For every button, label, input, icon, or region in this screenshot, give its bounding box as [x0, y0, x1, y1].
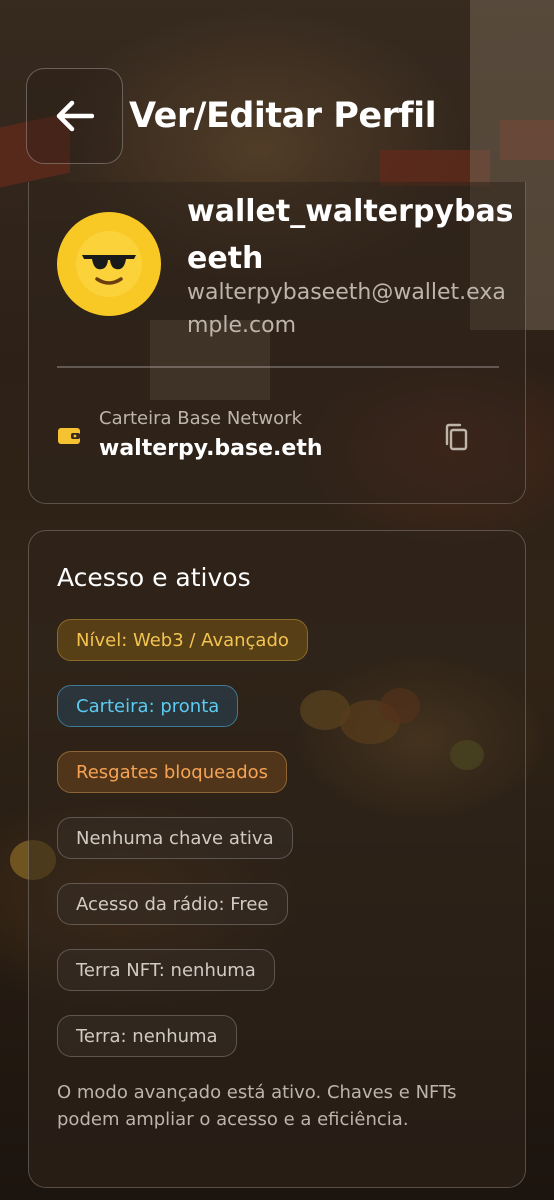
level-badge: Nível: Web3 / Avançado: [57, 619, 308, 661]
avatar[interactable]: [57, 212, 161, 316]
land-badge: Terra: nenhuma: [57, 1015, 237, 1057]
back-arrow-icon: [56, 100, 94, 132]
profile-email: walterpybaseeth@wallet.example.com: [187, 280, 506, 338]
profile-username: wallet_walterpybaseeth: [187, 194, 514, 276]
rewards-status-badge: Resgates bloqueados: [57, 751, 288, 793]
access-card: Acesso e ativos Nível: Web3 / Avançado C…: [28, 530, 526, 1188]
wallet-caption: Carteira Base Network: [99, 408, 302, 429]
profile-card: wallet_walterpybaseeth walterpybaseeth@w…: [28, 182, 526, 504]
radio-access-badge: Acesso da rádio: Free: [57, 883, 288, 925]
copy-icon[interactable]: [443, 422, 469, 452]
divider: [57, 366, 499, 368]
keys-status-badge: Nenhuma chave ativa: [57, 817, 293, 859]
wallet-icon: [58, 428, 80, 444]
section-title: Acesso e ativos: [57, 563, 251, 592]
page-title: Ver/Editar Perfil: [129, 96, 437, 136]
land-nft-badge: Terra NFT: nenhuma: [57, 949, 275, 991]
back-button[interactable]: [26, 68, 123, 164]
sunglasses-face-icon: [76, 231, 142, 297]
wallet-address: walterpy.base.eth: [99, 436, 323, 461]
wallet-status-badge: Carteira: pronta: [57, 685, 239, 727]
access-footnote: O modo avançado está ativo. Chaves e NFT…: [57, 1082, 457, 1130]
page-header: Ver/Editar Perfil: [26, 68, 526, 164]
